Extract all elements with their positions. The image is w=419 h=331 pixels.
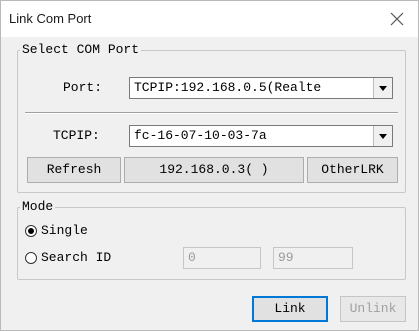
group-divider <box>25 112 398 114</box>
search-id-from-field[interactable]: 0 <box>183 247 261 269</box>
select-com-port-legend: Select COM Port <box>22 42 140 57</box>
chevron-down-icon[interactable] <box>373 78 392 98</box>
port-combobox[interactable]: TCPIP:192.168.0.5(Realte <box>129 77 393 99</box>
mode-legend: Mode <box>22 199 54 214</box>
radio-unchecked-icon <box>25 252 37 264</box>
search-id-radio[interactable]: Search ID <box>25 250 165 266</box>
search-id-radio-label: Search ID <box>41 250 112 265</box>
refresh-button[interactable]: Refresh <box>27 157 121 183</box>
single-radio-label: Single <box>41 223 88 238</box>
search-id-to-field[interactable]: 99 <box>273 247 353 269</box>
ip-address-button[interactable]: 192.168.0.3( ) <box>124 157 304 183</box>
other-lrk-button[interactable]: OtherLRK <box>307 157 398 183</box>
tcpip-label: TCPIP: <box>53 128 100 143</box>
unlink-button[interactable]: Unlink <box>340 296 406 322</box>
close-icon[interactable] <box>388 10 406 28</box>
title-bar: Link Com Port <box>1 1 418 37</box>
link-button[interactable]: Link <box>252 296 328 322</box>
link-com-port-dialog: Link Com Port Select COM Port Port: TCPI… <box>0 0 419 331</box>
tcpip-value: fc-16-07-10-03-7a <box>134 128 267 143</box>
radio-checked-icon <box>25 225 37 237</box>
chevron-down-icon[interactable] <box>373 126 392 146</box>
port-label: Port: <box>63 80 103 95</box>
tcpip-combobox[interactable]: fc-16-07-10-03-7a <box>129 125 393 147</box>
window-title: Link Com Port <box>9 11 92 26</box>
single-radio[interactable]: Single <box>25 223 145 239</box>
port-value: TCPIP:192.168.0.5(Realte <box>134 80 322 95</box>
